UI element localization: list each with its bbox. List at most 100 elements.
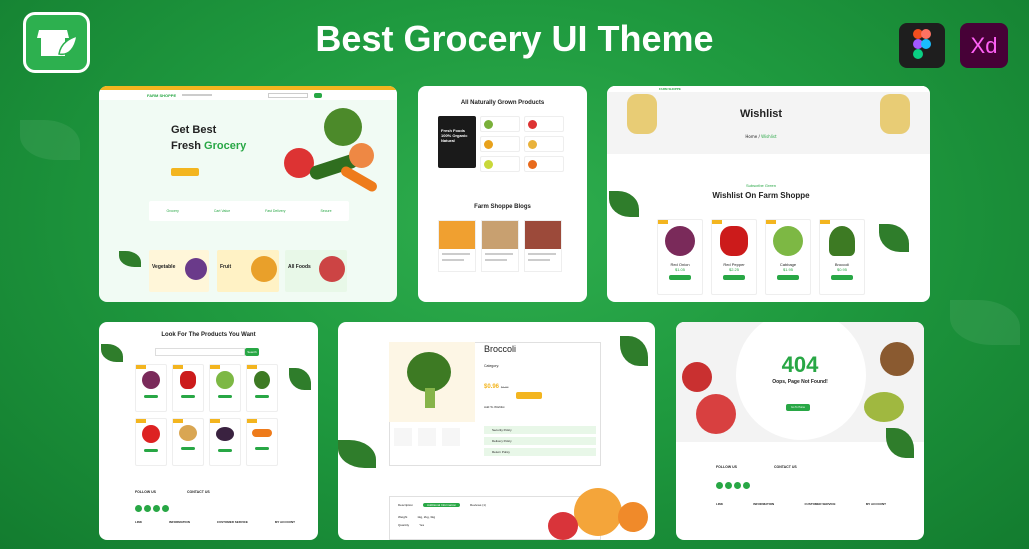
not-found-hero: 404 Oops, Page Not Found! Go To Home bbox=[676, 322, 924, 442]
pinterest-icon[interactable] bbox=[743, 482, 750, 489]
twitter-icon[interactable] bbox=[725, 482, 732, 489]
add-to-cart-button[interactable] bbox=[516, 392, 542, 399]
leaf-decoration bbox=[620, 336, 648, 366]
leaf-decoration bbox=[289, 368, 311, 390]
feature-bar: Grocery Cart Value Fast Delivery Secure bbox=[149, 201, 349, 221]
footer-col-title: MY ACCOUNT bbox=[865, 502, 886, 506]
search-button[interactable] bbox=[314, 92, 323, 98]
table-row-value: Yes bbox=[419, 523, 425, 527]
product-tile[interactable] bbox=[480, 156, 520, 172]
product-search-button[interactable]: Search bbox=[245, 348, 259, 356]
twitter-icon[interactable] bbox=[144, 505, 151, 512]
search-input[interactable] bbox=[268, 92, 309, 98]
social-links bbox=[716, 474, 752, 493]
blog-card[interactable] bbox=[481, 220, 519, 272]
wishlist-item[interactable]: Broccoli $0.95 bbox=[819, 219, 865, 295]
info-row-return[interactable]: Return Policy bbox=[484, 448, 596, 456]
wishlist-link[interactable]: Add To Wishlist bbox=[484, 405, 504, 409]
product-name: Broccoli bbox=[484, 344, 517, 354]
product-tile[interactable] bbox=[524, 136, 564, 152]
product-card[interactable] bbox=[172, 418, 204, 466]
hero-line1: Get Best bbox=[171, 124, 217, 136]
category-card-all-foods[interactable]: All Foods bbox=[285, 250, 347, 292]
leaf-decoration bbox=[338, 440, 376, 468]
figma-icon bbox=[899, 23, 945, 68]
feature-item: Secure bbox=[320, 209, 332, 213]
shop-now-button[interactable] bbox=[171, 168, 199, 176]
product-card[interactable] bbox=[172, 364, 204, 412]
product-price: $0.96 bbox=[484, 384, 500, 390]
blogs-title: Farm Shoppe Blogs bbox=[474, 204, 531, 210]
fruit-decoration bbox=[548, 482, 655, 540]
category-label: Category: bbox=[484, 364, 500, 368]
instagram-icon[interactable] bbox=[153, 505, 160, 512]
breadcrumb-home[interactable]: Home bbox=[745, 134, 757, 139]
category-card-fruit[interactable]: Fruit bbox=[217, 250, 279, 292]
thumbnail[interactable] bbox=[442, 428, 460, 446]
breadcrumb: Home / Wishlist bbox=[745, 134, 777, 139]
feature-item: Fast Delivery bbox=[265, 209, 286, 213]
category-card-vegetable[interactable]: Vegetable bbox=[149, 250, 209, 292]
tab-description[interactable]: Description bbox=[398, 503, 413, 507]
footer-col-title: INFORMATION bbox=[168, 520, 190, 524]
footer-col-title: INFORMATION bbox=[753, 502, 775, 506]
blog-card[interactable] bbox=[438, 220, 476, 272]
product-card[interactable] bbox=[246, 418, 278, 466]
promo-banner: Fresh Foods 100% Organic Natural bbox=[438, 116, 476, 168]
facebook-icon[interactable] bbox=[716, 482, 723, 489]
leaf-decoration bbox=[879, 224, 909, 252]
wishlist-section-title: Wishlist On Farm Shoppe bbox=[712, 191, 810, 200]
hero-vegetables bbox=[279, 108, 389, 203]
product-card[interactable] bbox=[135, 418, 167, 466]
not-found-card: 404 Oops, Page Not Found! Go To Home FOL… bbox=[676, 322, 924, 540]
blog-card[interactable] bbox=[524, 220, 562, 272]
wishlist-item[interactable]: Red Onion $1.05 bbox=[657, 219, 703, 295]
navbar: FARM SHOPPE bbox=[99, 90, 397, 100]
brand-name: FARM SHOPPE bbox=[147, 92, 177, 98]
leaf-decoration bbox=[119, 251, 141, 267]
thumbnail[interactable] bbox=[394, 428, 412, 446]
search-screen-card: Look For The Products You Want Search FO… bbox=[99, 322, 318, 540]
product-card[interactable] bbox=[135, 364, 167, 412]
product-tile[interactable] bbox=[480, 116, 520, 132]
pinterest-icon[interactable] bbox=[162, 505, 169, 512]
facebook-icon[interactable] bbox=[135, 505, 142, 512]
social-links bbox=[135, 497, 171, 516]
products-title: All Naturally Grown Products bbox=[460, 100, 545, 106]
thumbnail[interactable] bbox=[418, 428, 436, 446]
hero-line2: Fresh Grocery bbox=[171, 140, 247, 152]
wishlist-item[interactable]: Red Pepper $2.25 bbox=[711, 219, 757, 295]
product-detail-card: Broccoli Category: $0.96 $1.02 Add To Wi… bbox=[338, 322, 655, 540]
product-tile[interactable] bbox=[480, 136, 520, 152]
product-card[interactable] bbox=[209, 364, 241, 412]
tab-additional-information[interactable]: Additional Information bbox=[423, 503, 461, 507]
product-search-input[interactable] bbox=[155, 348, 245, 356]
footer-columns: LINK INFORMATION CUSTOMER SERVICE MY ACC… bbox=[716, 502, 886, 506]
product-tile[interactable] bbox=[524, 156, 564, 172]
page-title: Best Grocery UI Theme bbox=[315, 18, 714, 59]
contact-us-label: CONTACT US bbox=[774, 465, 797, 469]
follow-us-label: FOLLOW US bbox=[716, 465, 737, 469]
footer-columns: LINK INFORMATION CUSTOMER SERVICE MY ACC… bbox=[135, 520, 295, 524]
adobe-xd-icon: Xd bbox=[960, 23, 1008, 68]
product-main-image bbox=[389, 342, 475, 422]
error-message: Oops, Page Not Found! bbox=[772, 379, 828, 385]
tab-reviews[interactable]: Reviews (1) bbox=[470, 503, 486, 507]
wishlist-banner: FARM SHOPPE Wishlist Home / Wishlist bbox=[607, 86, 930, 154]
wishlist-item[interactable]: Cabbage $1.95 bbox=[765, 219, 811, 295]
feature-item: Grocery bbox=[166, 209, 179, 213]
instagram-icon[interactable] bbox=[734, 482, 741, 489]
wishlist-kicker: Subscribe Green bbox=[745, 183, 776, 188]
product-tile[interactable] bbox=[524, 116, 564, 132]
go-home-button[interactable]: Go To Home bbox=[786, 404, 810, 411]
info-row-security[interactable]: Security Policy bbox=[484, 426, 596, 434]
home-screen-card: FARM SHOPPE Get Best Fresh Grocery Groce… bbox=[99, 86, 397, 302]
leaf-decoration bbox=[101, 344, 123, 362]
search-page-title: Look For The Products You Want bbox=[161, 332, 256, 338]
follow-us-label: FOLLOW US bbox=[135, 490, 156, 494]
footer-col-title: CUSTOMER SERVICE bbox=[216, 520, 248, 524]
product-card[interactable] bbox=[246, 364, 278, 412]
info-row-delivery[interactable]: Delivery Policy bbox=[484, 437, 596, 445]
product-card[interactable] bbox=[209, 418, 241, 466]
footer-col-title: CUSTOMER SERVICE bbox=[804, 502, 836, 506]
